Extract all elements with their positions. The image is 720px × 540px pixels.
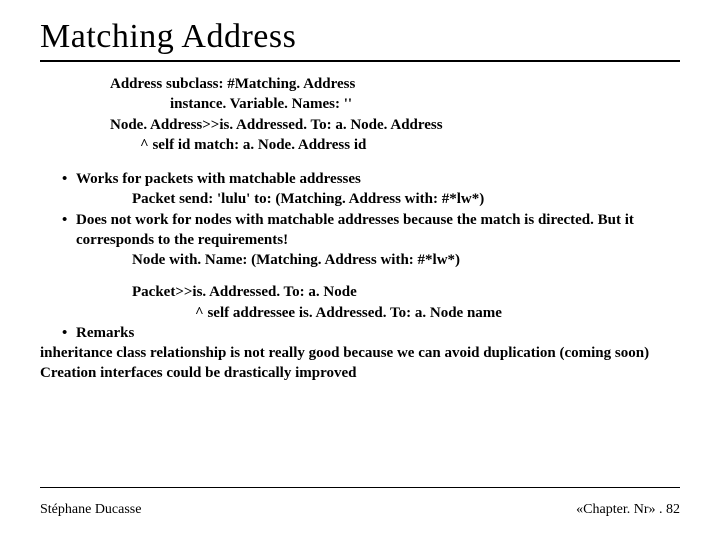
footer: Stéphane Ducasse «Chapter. Nr» . 82 [40,502,680,518]
title-rule [40,60,680,62]
code-line: instance. Variable. Names: '' [110,94,680,114]
code-line: ^ self addressee is. Addressed. To: a. N… [195,303,680,323]
code-line: Node. Address>>is. Addressed. To: a. Nod… [110,117,443,133]
bullet-text: Remarks [76,323,134,343]
paragraph: Creation interfaces could be drastically… [40,363,680,383]
bullet-text: Does not work for nodes with matchable a… [76,210,680,251]
paragraph: inheritance class relationship is not re… [40,343,680,363]
bullet-2: • Does not work for nodes with matchable… [62,210,680,251]
footer-page: «Chapter. Nr» . 82 [576,502,680,518]
slide: Matching Address Address subclass: #Matc… [0,0,720,540]
slide-title: Matching Address [40,18,680,56]
code-line: Address subclass: #Matching. Address [110,76,355,92]
bullet-3: • Remarks [62,323,680,343]
body-text: • Works for packets with matchable addre… [40,169,680,384]
code-line: ^ self id match: a. Node. Address id [110,135,680,155]
footer-author: Stéphane Ducasse [40,502,141,518]
bullet-dot: • [62,169,76,189]
bullet-dot: • [62,210,76,251]
bullet-sub: Node with. Name: (Matching. Address with… [132,250,680,270]
code-block-1: Address subclass: #Matching. Address ins… [110,74,680,155]
footer-rule [40,487,680,488]
bullet-sub: Packet send: 'lulu' to: (Matching. Addre… [132,189,680,209]
bullet-dot: • [62,323,76,343]
bullet-1: • Works for packets with matchable addre… [62,169,680,189]
code-line: Packet>>is. Addressed. To: a. Node [132,282,680,302]
bullet-text: Works for packets with matchable address… [76,169,361,189]
